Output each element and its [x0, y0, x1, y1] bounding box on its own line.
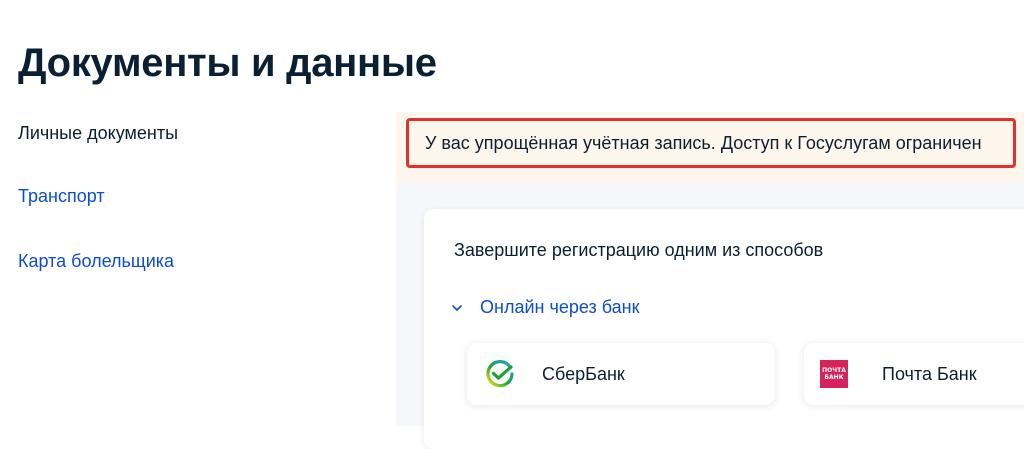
bank-label-sberbank: СберБанк [542, 363, 625, 384]
alert-text: У вас упрощённая учётная запись. Доступ … [425, 132, 982, 153]
bank-option-pochta-bank[interactable]: ПОЧТА БАНК Почта Банк [804, 343, 1024, 405]
online-via-bank-toggle[interactable]: Онлайн через банк [450, 297, 639, 318]
registration-title: Завершите регистрацию одним из способов [454, 240, 824, 260]
pochta-bank-logo-icon: ПОЧТА БАНК [820, 360, 848, 388]
sberbank-logo-icon [486, 360, 514, 388]
bank-label-pochta-bank: Почта Банк [882, 363, 977, 384]
page-title: Документы и данные [18, 40, 437, 85]
online-via-bank-label: Онлайн через банк [480, 297, 640, 317]
sidebar-item-transport[interactable]: Транспорт [18, 186, 105, 207]
chevron-down-icon [452, 304, 462, 311]
sidebar-item-fan-card[interactable]: Карта болельщика [18, 251, 174, 272]
sidebar-item-personal-documents[interactable]: Личные документы [18, 123, 178, 144]
limited-account-alert: У вас упрощённая учётная запись. Доступ … [406, 118, 1016, 168]
bank-option-sberbank[interactable]: СберБанк [467, 343, 775, 405]
